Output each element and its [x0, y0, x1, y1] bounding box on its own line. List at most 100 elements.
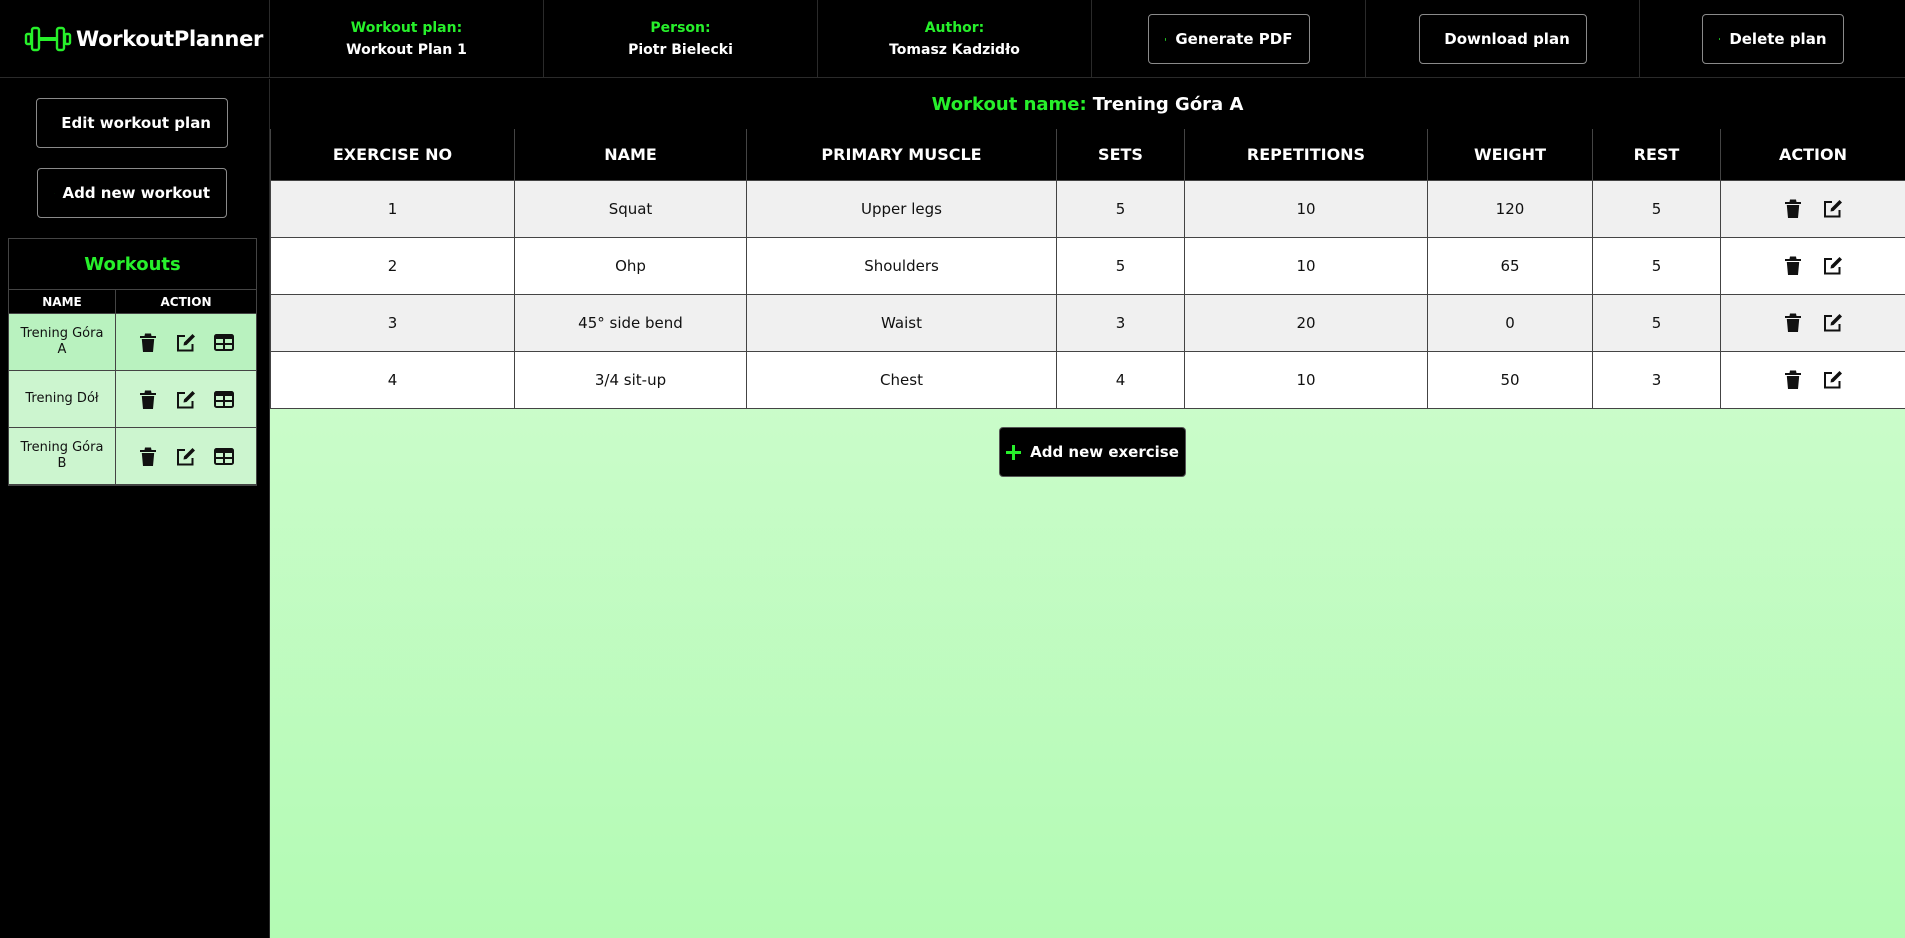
- sets-cell: 5: [1056, 236, 1185, 295]
- trash-icon[interactable]: [1781, 197, 1805, 221]
- primary-muscle-cell: Shoulders: [746, 236, 1057, 295]
- download-plan-button[interactable]: Download plan: [1418, 14, 1587, 64]
- exercise-row: 4 3/4 sit-up Chest 4 10 50 3: [270, 350, 1905, 409]
- file-pdf-icon: [1164, 37, 1167, 41]
- primary-muscle-cell: Upper legs: [746, 179, 1057, 238]
- add-new-workout-label: Add new workout: [62, 184, 210, 202]
- exercise-actions-cell: [1720, 179, 1905, 238]
- delete-plan-cell: Delete plan: [1640, 0, 1905, 78]
- main-content: Workout name: Trening Góra A EXERCISE NO…: [270, 79, 1905, 938]
- workout-actions: [116, 428, 256, 484]
- app-title: WorkoutPlanner: [76, 27, 264, 51]
- repetitions-cell: 10: [1184, 236, 1428, 295]
- workout-row: Trening Góra B: [9, 428, 256, 485]
- sets-cell: 4: [1056, 350, 1185, 409]
- add-new-workout-button[interactable]: Add new workout: [37, 168, 227, 218]
- workout-name-bar: Workout name: Trening Góra A: [270, 79, 1905, 129]
- plan-label: Workout plan:: [350, 20, 463, 36]
- column-header-exercise-no: EXERCISE NO: [270, 129, 515, 181]
- exercise-no-cell: 4: [270, 350, 515, 409]
- person-info: Person: Piotr Bielecki: [544, 0, 818, 78]
- primary-muscle-cell: Chest: [746, 350, 1057, 409]
- table-icon[interactable]: [212, 444, 236, 468]
- exercise-no-cell: 2: [270, 236, 515, 295]
- exercise-name-cell: Squat: [514, 179, 747, 238]
- workout-name[interactable]: Trening Góra B: [9, 428, 116, 484]
- workout-actions: [116, 371, 256, 427]
- column-header-action: ACTION: [160, 294, 212, 309]
- workout-row: Trening Góra A: [9, 314, 256, 371]
- edit-icon[interactable]: [1821, 311, 1845, 335]
- weight-cell: 50: [1427, 350, 1593, 409]
- generate-pdf-label: Generate PDF: [1175, 30, 1293, 48]
- rest-cell: 3: [1592, 350, 1721, 409]
- trash-icon[interactable]: [136, 387, 160, 411]
- trash-icon: [1718, 38, 1721, 41]
- person-label: Person:: [650, 20, 711, 36]
- edit-icon[interactable]: [1821, 368, 1845, 392]
- delete-plan-label: Delete plan: [1729, 30, 1827, 48]
- column-header-rest: REST: [1592, 129, 1721, 181]
- column-header-sets: SETS: [1056, 129, 1185, 181]
- rest-cell: 5: [1592, 236, 1721, 295]
- exercise-actions-cell: [1720, 236, 1905, 295]
- generate-pdf-cell: Generate PDF: [1092, 0, 1366, 78]
- column-header-name: NAME: [514, 129, 747, 181]
- exercise-name-cell: 3/4 sit-up: [514, 350, 747, 409]
- exercise-name-cell: 45° side bend: [514, 293, 747, 352]
- rest-cell: 5: [1592, 179, 1721, 238]
- workout-name[interactable]: Trening Góra A: [9, 314, 116, 370]
- workout-actions: [116, 314, 256, 370]
- author-name: Tomasz Kadzidło: [889, 42, 1020, 58]
- exercise-no-cell: 3: [270, 293, 515, 352]
- column-header-primary-muscle: PRIMARY MUSCLE: [746, 129, 1057, 181]
- download-plan-label: Download plan: [1444, 30, 1570, 48]
- add-new-exercise-button[interactable]: Add new exercise: [999, 427, 1186, 477]
- primary-muscle-cell: Waist: [746, 293, 1057, 352]
- edit-icon[interactable]: [1821, 254, 1845, 278]
- sets-cell: 3: [1056, 293, 1185, 352]
- edit-icon[interactable]: [174, 330, 198, 354]
- repetitions-cell: 10: [1184, 350, 1428, 409]
- add-new-exercise-label: Add new exercise: [1030, 443, 1179, 461]
- column-header-weight: WEIGHT: [1427, 129, 1593, 181]
- edit-workout-plan-label: Edit workout plan: [61, 114, 211, 132]
- sets-cell: 5: [1056, 179, 1185, 238]
- column-header-action: ACTION: [1720, 129, 1905, 181]
- trash-icon[interactable]: [1781, 254, 1805, 278]
- edit-icon[interactable]: [1821, 197, 1845, 221]
- edit-icon[interactable]: [174, 387, 198, 411]
- person-name: Piotr Bielecki: [628, 42, 733, 58]
- exercise-row: 2 Ohp Shoulders 5 10 65 5: [270, 236, 1905, 295]
- exercise-actions-cell: [1720, 350, 1905, 409]
- rest-cell: 5: [1592, 293, 1721, 352]
- trash-icon[interactable]: [1781, 311, 1805, 335]
- download-plan-cell: Download plan: [1366, 0, 1640, 78]
- plus-icon: [1006, 444, 1022, 460]
- trash-icon[interactable]: [136, 330, 160, 354]
- trash-icon[interactable]: [1781, 368, 1805, 392]
- edit-workout-plan-button[interactable]: Edit workout plan: [36, 98, 228, 148]
- weight-cell: 120: [1427, 179, 1593, 238]
- repetitions-cell: 20: [1184, 293, 1428, 352]
- table-icon[interactable]: [212, 330, 236, 354]
- plan-info: Workout plan: Workout Plan 1: [270, 0, 544, 78]
- table-icon[interactable]: [212, 387, 236, 411]
- workout-row: Trening Dół: [9, 371, 256, 428]
- workout-name-label: Workout name:: [931, 93, 1087, 115]
- workout-name[interactable]: Trening Dół: [9, 371, 116, 427]
- logo[interactable]: WorkoutPlanner: [0, 0, 270, 78]
- trash-icon[interactable]: [136, 444, 160, 468]
- repetitions-cell: 10: [1184, 179, 1428, 238]
- generate-pdf-button[interactable]: Generate PDF: [1147, 14, 1310, 64]
- author-info: Author: Tomasz Kadzidło: [818, 0, 1092, 78]
- edit-icon[interactable]: [174, 444, 198, 468]
- exercises-table: EXERCISE NO NAME PRIMARY MUSCLE SETS REP…: [270, 129, 1905, 409]
- workouts-table: Workouts NAME ACTION Trening Góra A Treni…: [8, 238, 257, 486]
- column-header-name: NAME: [9, 290, 116, 313]
- exercise-actions-cell: [1720, 293, 1905, 352]
- author-label: Author:: [924, 20, 985, 36]
- delete-plan-button[interactable]: Delete plan: [1701, 14, 1844, 64]
- weight-cell: 0: [1427, 293, 1593, 352]
- workout-name-value: Trening Góra A: [1092, 93, 1244, 115]
